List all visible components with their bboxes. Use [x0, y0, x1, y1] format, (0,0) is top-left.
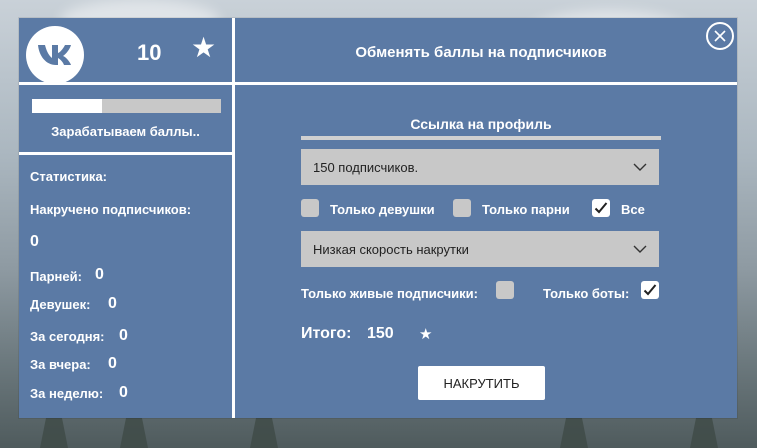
total-label: Итого:: [301, 325, 352, 342]
only-bots-label: Только боты:: [543, 286, 630, 301]
girls-value: 0: [108, 295, 117, 312]
only-live-checkbox[interactable]: [496, 281, 514, 299]
total-subscribers-value: 0: [30, 233, 39, 250]
total-value: 150: [367, 325, 394, 342]
earning-progress-bar: [32, 99, 221, 113]
guys-value: 0: [95, 266, 104, 283]
vk-logo-icon: [26, 26, 84, 84]
divider-header: [19, 82, 737, 85]
chevron-down-icon: [633, 245, 647, 253]
star-icon: ★: [191, 32, 217, 63]
divider-vertical: [232, 18, 235, 418]
only-live-label: Только живые подписчики:: [301, 286, 478, 301]
divider-sidebar: [19, 152, 232, 155]
checkmark-icon: [594, 202, 608, 214]
yesterday-label: За вчера:: [30, 357, 91, 372]
submit-button[interactable]: НАКРУТИТЬ: [418, 366, 545, 400]
guys-label: Парней:: [30, 269, 82, 284]
only-girls-checkbox[interactable]: [301, 199, 319, 217]
only-guys-checkbox[interactable]: [453, 199, 471, 217]
page-title: Обменять баллы на подписчиков: [355, 44, 607, 61]
week-value: 0: [119, 384, 128, 401]
earning-status: Зарабатываем баллы..: [51, 124, 200, 139]
only-girls-label: Только девушки: [330, 202, 435, 217]
speed-select[interactable]: Низкая скорость накрутки: [301, 231, 659, 267]
yesterday-value: 0: [108, 355, 117, 372]
speed-value: Низкая скорость накрутки: [313, 241, 469, 257]
today-value: 0: [119, 327, 128, 344]
chevron-down-icon: [633, 163, 647, 171]
exchange-window: 10 ★ Обменять баллы на подписчиков Зараб…: [19, 18, 737, 418]
points-balance: 10: [137, 40, 162, 65]
all-checkbox[interactable]: [592, 199, 610, 217]
week-label: За неделю:: [30, 386, 104, 401]
only-bots-checkbox[interactable]: [641, 281, 659, 299]
all-label: Все: [621, 202, 645, 217]
close-button[interactable]: [706, 22, 734, 50]
total-subscribers-label: Накручено подписчиков:: [30, 202, 192, 217]
stats-title: Статистика:: [30, 169, 107, 184]
earning-progress-fill: [32, 99, 102, 113]
today-label: За сегодня:: [30, 329, 105, 344]
close-icon: [714, 30, 726, 42]
profile-link-label: Ссылка на профиль: [410, 116, 552, 132]
subscribers-count-select[interactable]: 150 подписчиков.: [301, 149, 659, 185]
star-icon: ★: [419, 326, 433, 343]
only-guys-label: Только парни: [482, 202, 570, 217]
subscribers-count-value: 150 подписчиков.: [313, 159, 419, 175]
girls-label: Девушек:: [30, 297, 91, 312]
checkmark-icon: [643, 284, 657, 296]
profile-link-input[interactable]: [301, 136, 661, 140]
